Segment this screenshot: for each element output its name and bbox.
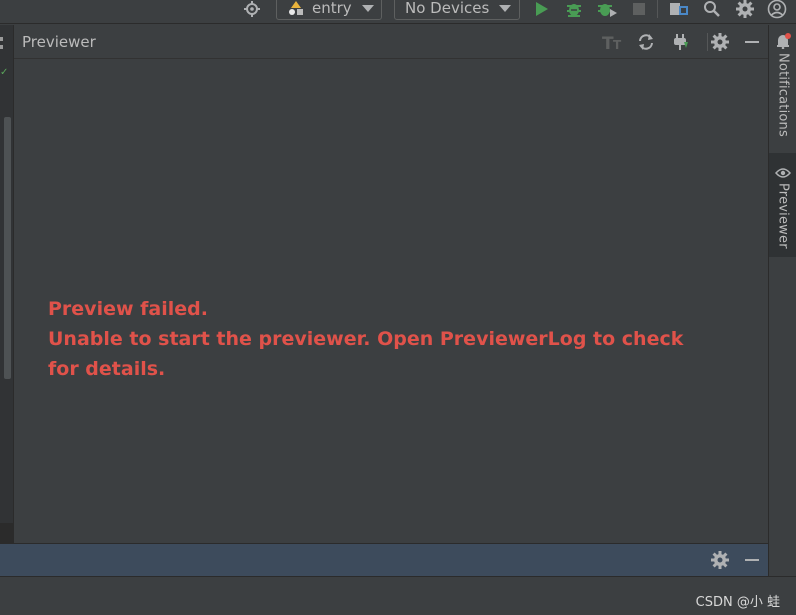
chevron-down-icon: [361, 4, 374, 12]
header-divider: [707, 33, 708, 51]
chevron-down-icon: [499, 4, 512, 12]
previewer-content: Preview failed. Unable to start the prev…: [14, 60, 768, 543]
settings-icon[interactable]: [709, 550, 731, 570]
status-bar: CSDN @小 蛙: [0, 576, 796, 615]
left-strip-footer: [0, 523, 14, 543]
right-tool-strip: Notifications Previewer: [768, 25, 796, 543]
svg-text:T: T: [613, 38, 622, 50]
error-title: Preview failed.: [48, 298, 208, 320]
error-details: Unable to start the previewer. Open Prev…: [48, 328, 684, 380]
toolbar-divider: [657, 0, 658, 18]
bottom-right-strip: [768, 543, 796, 576]
tab-notifications[interactable]: Notifications: [769, 33, 796, 151]
run-config-label: entry: [312, 0, 352, 17]
panel-title: Previewer: [22, 33, 96, 51]
device-select[interactable]: No Devices: [394, 0, 520, 20]
eye-icon: [775, 167, 791, 179]
bell-icon: [775, 33, 791, 50]
attach-debugger-icon[interactable]: [596, 0, 618, 18]
search-icon[interactable]: [702, 0, 722, 18]
run-icon[interactable]: [532, 0, 552, 18]
watermark: CSDN @小 蛙: [695, 595, 780, 610]
left-tool-strip: ✓: [0, 25, 14, 543]
settings-icon[interactable]: [709, 32, 731, 52]
drag-handle-icon[interactable]: [0, 37, 4, 49]
module-icon: [287, 0, 305, 16]
account-icon[interactable]: [766, 0, 788, 19]
left-scrollbar[interactable]: [4, 117, 11, 379]
minimize-icon[interactable]: [741, 550, 763, 570]
previewer-panel: Previewer TT Preview failed. Unable to s…: [14, 25, 768, 543]
minimize-icon[interactable]: [741, 32, 763, 52]
preview-error-message: Preview failed. Unable to start the prev…: [48, 294, 708, 384]
device-label: No Devices: [405, 0, 490, 17]
previewer-header: Previewer TT: [14, 25, 768, 59]
tab-previewer-label: Previewer: [775, 183, 791, 249]
target-icon[interactable]: [241, 0, 263, 18]
run-config-select[interactable]: entry: [276, 0, 382, 20]
project-structure-icon[interactable]: [668, 0, 690, 18]
main-toolbar: entry No Devices: [0, 0, 796, 24]
plug-icon[interactable]: [669, 32, 691, 52]
tab-previewer[interactable]: Previewer: [769, 153, 796, 257]
check-icon: ✓: [0, 67, 9, 78]
debug-icon[interactable]: [563, 0, 585, 18]
ide-window: entry No Devices ✓ Previewer T T Preview…: [0, 0, 796, 615]
bottom-panel-header: [0, 543, 768, 576]
settings-icon[interactable]: [734, 0, 756, 18]
font-size-icon[interactable]: TT: [602, 32, 624, 52]
tab-notifications-label: Notifications: [775, 53, 791, 137]
refresh-icon[interactable]: [635, 32, 657, 52]
stop-icon[interactable]: [629, 0, 649, 18]
